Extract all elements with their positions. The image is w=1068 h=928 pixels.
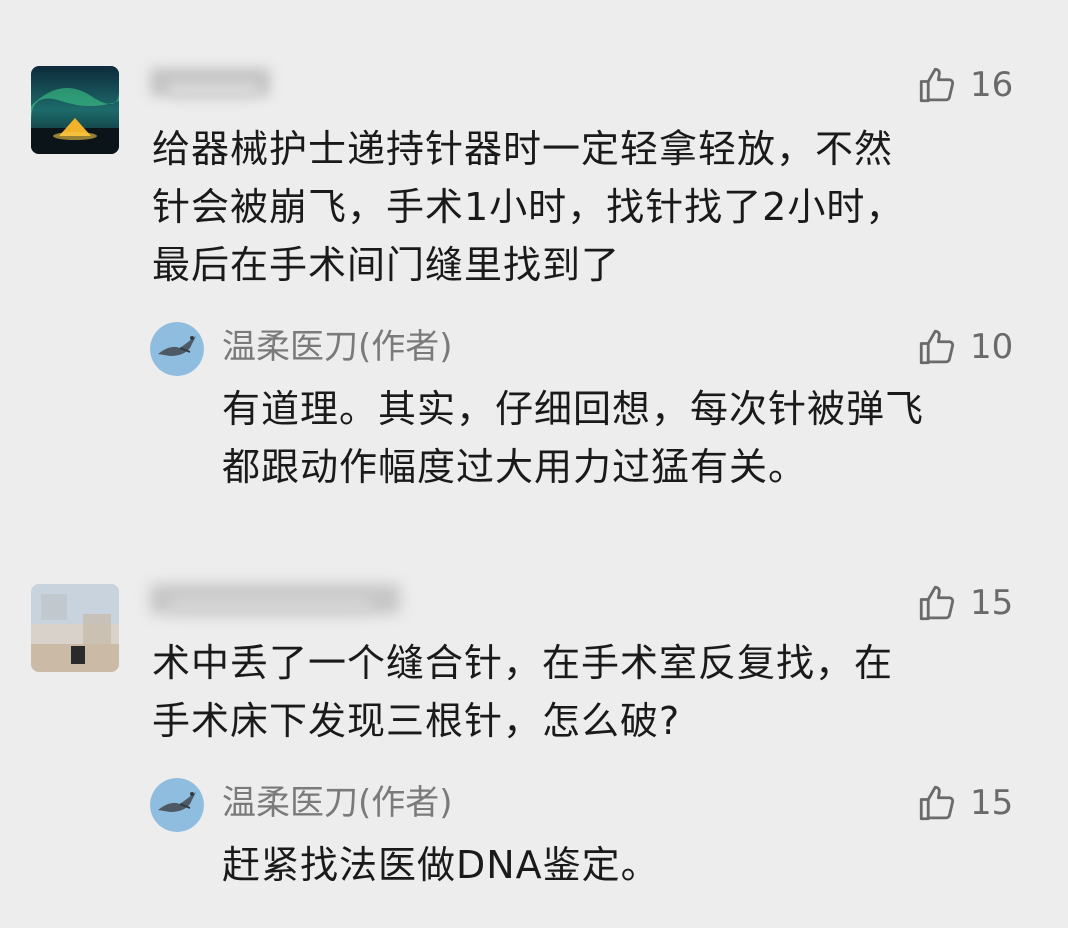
like-count: 15 (970, 583, 1014, 623)
comment-text: 术中丢了一个缝合针，在手术室反复找，在 手术床下发现三根针，怎么破? (152, 641, 894, 743)
like-button[interactable]: 10 (916, 322, 1013, 372)
like-button[interactable]: 15 (916, 778, 1013, 828)
author-avatar[interactable] (150, 778, 204, 832)
like-button[interactable]: 16 (916, 60, 1013, 110)
like-count: 16 (970, 65, 1014, 105)
commenter-avatar[interactable] (31, 66, 119, 154)
like-count: 15 (970, 783, 1014, 823)
reply-text: 有道理。其实，仔细回想，每次针被弹飞 都跟动作幅度过大用力过猛有关。 (222, 387, 925, 489)
thumbs-up-icon (916, 326, 958, 368)
comment-text: 给器械护士递持针器时一定轻拿轻放，不然 针会被崩飞，手术1小时，找针找了2小时，… (152, 127, 905, 287)
commenter-avatar[interactable] (31, 584, 119, 672)
thumbs-up-icon (916, 582, 958, 624)
thumbs-up-icon (916, 64, 958, 106)
author-name[interactable]: 温柔医刀(作者) (222, 778, 453, 828)
like-count: 10 (970, 327, 1014, 367)
reply-text: 赶紧找法医做DNA鉴定。 (222, 843, 660, 887)
author-name[interactable]: 温柔医刀(作者) (222, 322, 453, 372)
like-button[interactable]: 15 (916, 578, 1013, 628)
author-avatar[interactable] (150, 322, 204, 376)
thumbs-up-icon (916, 782, 958, 824)
